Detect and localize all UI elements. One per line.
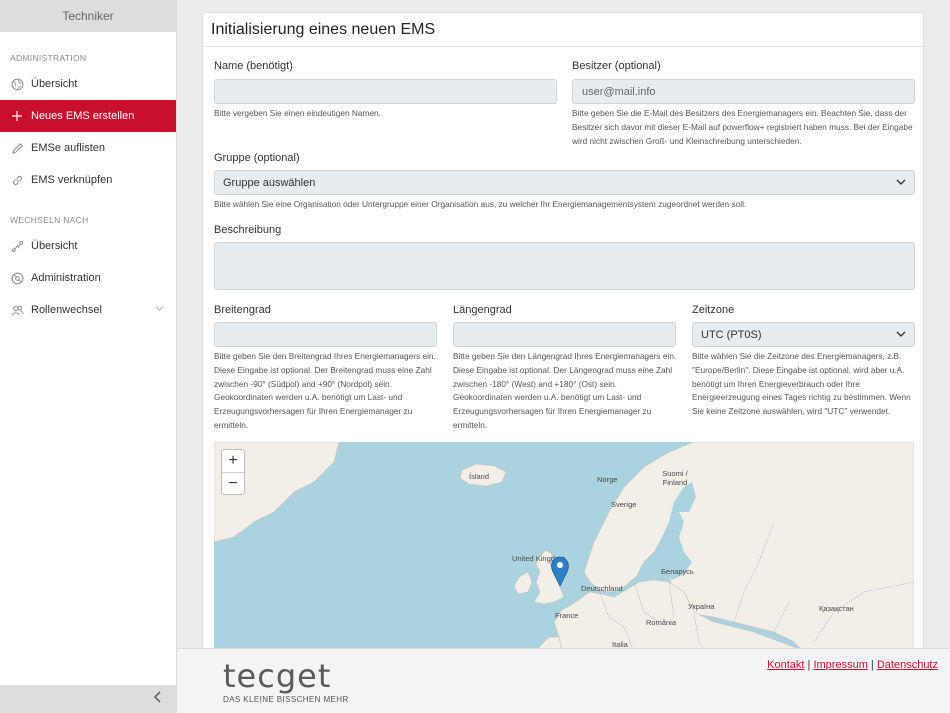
section-title-administration: ADMINISTRATION <box>10 53 87 63</box>
map-label-finland: Suomi / Finland <box>662 469 688 487</box>
section-title-wechseln: WECHSELN NACH <box>10 215 89 225</box>
logo-tagline: DAS KLEINE BISSCHEN MEHR <box>223 695 349 704</box>
zoom-control: + − <box>221 449 245 495</box>
map-label-france: France <box>555 611 579 620</box>
sidebar-item-ems-verknuepfen[interactable]: EMS verknüpfen <box>0 164 176 196</box>
plus-icon <box>10 109 24 123</box>
chevron-down-icon <box>896 329 906 341</box>
timezone-help: Bitte wählen Sie die Zeitzone des Energi… <box>692 351 911 417</box>
footer-separator: | <box>870 659 874 671</box>
owner-help: Bitte geben Sie die E-Mail des Besitzers… <box>572 108 913 146</box>
chevron-down-icon <box>896 177 906 189</box>
zoom-in-button[interactable]: + <box>222 450 244 472</box>
route-icon <box>10 239 24 253</box>
map-label-romania: România <box>646 618 677 627</box>
page-title: Initialisierung eines neuen EMS <box>203 13 923 47</box>
map-label-germany: Deutschland <box>581 584 623 593</box>
link-kontakt[interactable]: Kontakt <box>767 659 804 671</box>
chevron-left-icon[interactable] <box>153 690 163 708</box>
sidebar-item-label: Übersicht <box>31 240 78 252</box>
group-label: Gruppe (optional) <box>214 152 300 164</box>
sidebar-item-label: Administration <box>31 272 101 284</box>
sidebar-item-uebersicht[interactable]: Übersicht <box>0 68 176 100</box>
map-label-belarus: Беларусь <box>661 567 694 576</box>
sidebar-header: Techniker <box>0 0 176 32</box>
longitude-input[interactable] <box>453 322 676 347</box>
group-help: Bitte wählen Sie eine Organisation oder … <box>214 199 747 209</box>
sidebar-item-label: Rollenwechsel <box>31 304 102 316</box>
pencil-icon <box>10 141 24 155</box>
sidebar-item-administration[interactable]: Administration <box>0 262 176 294</box>
zoom-out-button[interactable]: − <box>222 472 244 494</box>
name-input[interactable] <box>214 79 557 104</box>
footer: tecget DAS KLEINE BISSCHEN MEHR Kontakt … <box>177 648 950 713</box>
latitude-help: Bitte geben Sie den Breitengrad Ihres En… <box>214 351 436 430</box>
link-icon <box>10 173 24 187</box>
link-datenschutz[interactable]: Datenschutz <box>877 659 938 671</box>
tecget-logo[interactable]: tecget DAS KLEINE BISSCHEN MEHR <box>223 657 349 704</box>
sidebar-item-rollenwechsel[interactable]: Rollenwechsel <box>0 294 176 326</box>
owner-email-input[interactable]: user@mail.info <box>572 79 915 104</box>
map-tiles <box>214 442 914 651</box>
map-label-kazakhstan: Қазақстан <box>819 604 854 613</box>
link-impressum[interactable]: Impressum <box>813 659 867 671</box>
group-select[interactable]: Gruppe auswählen <box>214 170 915 195</box>
sidebar-collapse-bar[interactable] <box>0 685 177 713</box>
description-label: Beschreibung <box>214 224 282 236</box>
sidebar-item-neues-ems[interactable]: Neues EMS erstellen <box>0 100 176 132</box>
map-label-ukraine: Україна <box>688 602 715 611</box>
map-pin-icon[interactable] <box>550 556 570 592</box>
sidebar-item-label: Neues EMS erstellen <box>31 110 135 122</box>
sidebar-item-emse-auflisten[interactable]: EMSe auflisten <box>0 132 176 164</box>
form-card: Initialisierung eines neuen EMS Name (be… <box>202 12 924 652</box>
latitude-input[interactable] <box>214 322 437 347</box>
map-label-iceland: Ísland <box>469 472 490 481</box>
sidebar-item-label: Übersicht <box>31 78 78 90</box>
group-select-value: Gruppe auswählen <box>223 176 316 189</box>
logo-text: tecget <box>223 657 332 695</box>
location-map[interactable]: + − Ísland Norge Sverige Suomi / Finland… <box>214 442 914 651</box>
map-label-sweden: Sverige <box>611 500 637 509</box>
sidebar-item-label: EMS verknüpfen <box>31 174 113 186</box>
globe-icon <box>10 77 24 91</box>
owner-label: Besitzer (optional) <box>572 60 661 72</box>
sidebar-item-label: EMSe auflisten <box>31 142 105 154</box>
sidebar: Techniker ADMINISTRATION Übersicht Neues… <box>0 0 177 713</box>
map-label-norway: Norge <box>597 475 618 484</box>
timezone-select[interactable]: UTC (PT0S) <box>692 322 915 347</box>
latitude-label: Breitengrad <box>214 304 271 316</box>
sidebar-item-switch-uebersicht[interactable]: Übersicht <box>0 230 176 262</box>
footer-separator: | <box>807 659 811 671</box>
name-help: Bitte vergeben Sie einen eindeutigen Nam… <box>214 108 381 118</box>
name-label: Name (benötigt) <box>214 60 293 72</box>
longitude-label: Längengrad <box>453 304 512 316</box>
timezone-select-value: UTC (PT0S) <box>701 328 762 341</box>
timezone-label: Zeitzone <box>692 304 735 316</box>
longitude-help: Bitte geben Sie den Längengrad Ihres Ene… <box>453 351 677 430</box>
description-textarea[interactable] <box>214 242 915 290</box>
chevron-down-icon <box>155 304 164 316</box>
settings-icon <box>10 271 24 285</box>
footer-links: Kontakt | Impressum | Datenschutz <box>767 659 938 671</box>
users-icon <box>10 303 24 317</box>
